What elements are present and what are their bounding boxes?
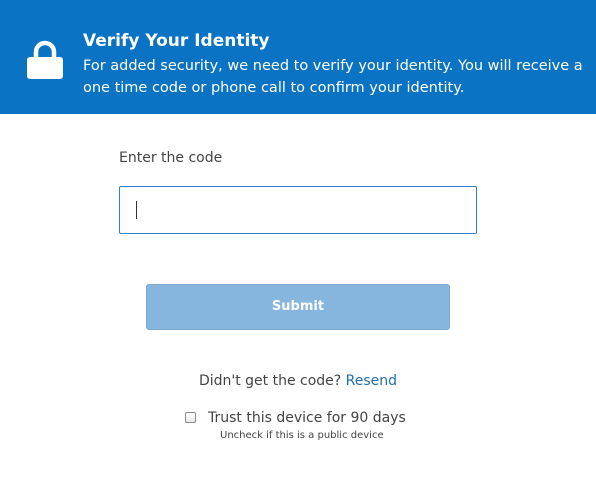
- resend-link[interactable]: Resend: [346, 373, 397, 389]
- text-cursor: [136, 201, 137, 219]
- trust-device-label[interactable]: Trust this device for 90 days: [208, 408, 406, 428]
- code-field-label: Enter the code: [119, 150, 223, 166]
- trust-device-checkbox[interactable]: [185, 412, 196, 423]
- trust-device-hint: Uncheck if this is a public device: [220, 430, 384, 441]
- resend-row: Didn't get the code? Resend: [0, 371, 596, 391]
- page-title: Verify Your Identity: [83, 31, 270, 51]
- submit-button[interactable]: Submit: [146, 284, 450, 330]
- resend-prompt: Didn't get the code?: [198, 373, 342, 389]
- lock-icon: [27, 40, 63, 79]
- page-description: For added security, we need to verify yo…: [83, 58, 583, 96]
- verify-identity-banner: Verify Your Identity For added security,…: [0, 0, 596, 114]
- code-input[interactable]: [119, 186, 477, 234]
